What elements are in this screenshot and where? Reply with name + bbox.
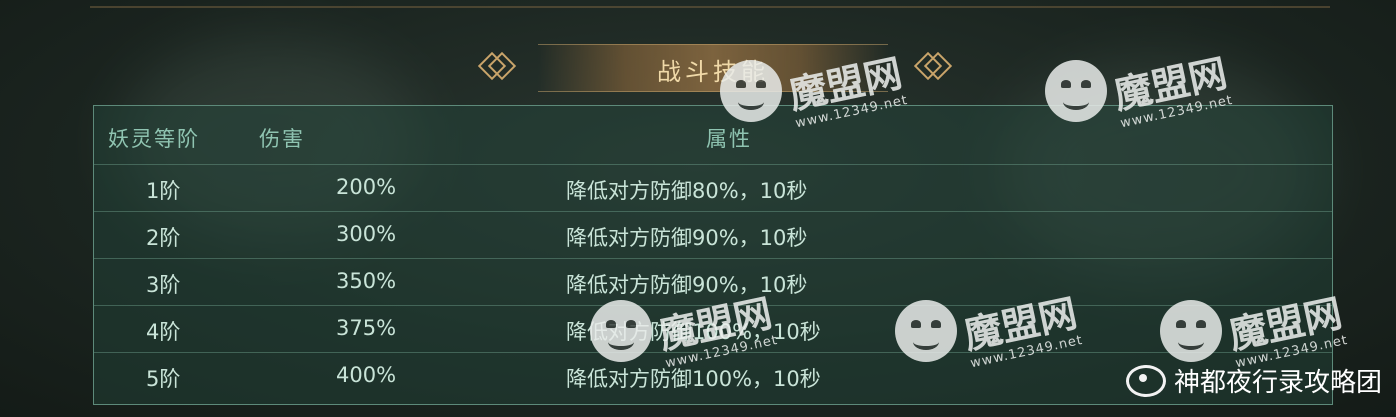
cell-attribute: 降低对方防御90%，10秒 xyxy=(566,273,808,297)
cell-attribute: 降低对方防御90%，10秒 xyxy=(566,226,808,250)
weibo-credit: 神都夜行录攻略团 xyxy=(1125,362,1382,399)
watermark-face-icon xyxy=(1160,300,1222,362)
header-damage: 伤害 xyxy=(259,127,305,151)
cell-rank: 4阶 xyxy=(146,320,181,344)
cell-damage: 200% xyxy=(336,175,397,199)
watermark: 魔盟网 www.12349.net xyxy=(895,290,1084,371)
watermark: 魔盟网 www.12349.net xyxy=(590,290,779,371)
watermark-face-icon xyxy=(895,300,957,362)
watermark: 魔盟网 www.12349.net xyxy=(1160,290,1349,371)
cell-rank: 3阶 xyxy=(146,273,181,297)
cell-rank: 2阶 xyxy=(146,226,181,250)
watermark-face-icon xyxy=(590,300,652,362)
table-row: 1阶 200% 降低对方防御80%，10秒 xyxy=(94,164,1332,211)
table-row: 3阶 350% 降低对方防御90%，10秒 xyxy=(94,258,1332,305)
watermark-face-icon xyxy=(1045,60,1107,122)
header-attribute: 属性 xyxy=(706,127,752,151)
cell-damage: 375% xyxy=(336,316,397,340)
cell-rank: 5阶 xyxy=(146,367,181,391)
header-rank: 妖灵等阶 xyxy=(108,127,200,151)
cell-damage: 300% xyxy=(336,222,397,246)
cell-damage: 400% xyxy=(336,363,397,387)
top-divider xyxy=(90,6,1330,8)
cell-rank: 1阶 xyxy=(146,179,181,203)
table-row: 2阶 300% 降低对方防御90%，10秒 xyxy=(94,211,1332,258)
watermark: 魔盟网 www.12349.net xyxy=(720,50,909,131)
watermark: 魔盟网 www.12349.net xyxy=(1045,50,1234,131)
watermark-face-icon xyxy=(720,60,782,122)
cell-damage: 350% xyxy=(336,269,397,293)
credit-text: 神都夜行录攻略团 xyxy=(1173,368,1382,398)
weibo-icon xyxy=(1125,364,1166,397)
cell-attribute: 降低对方防御100%，10秒 xyxy=(566,367,821,391)
cell-attribute: 降低对方防御80%，10秒 xyxy=(566,179,808,203)
